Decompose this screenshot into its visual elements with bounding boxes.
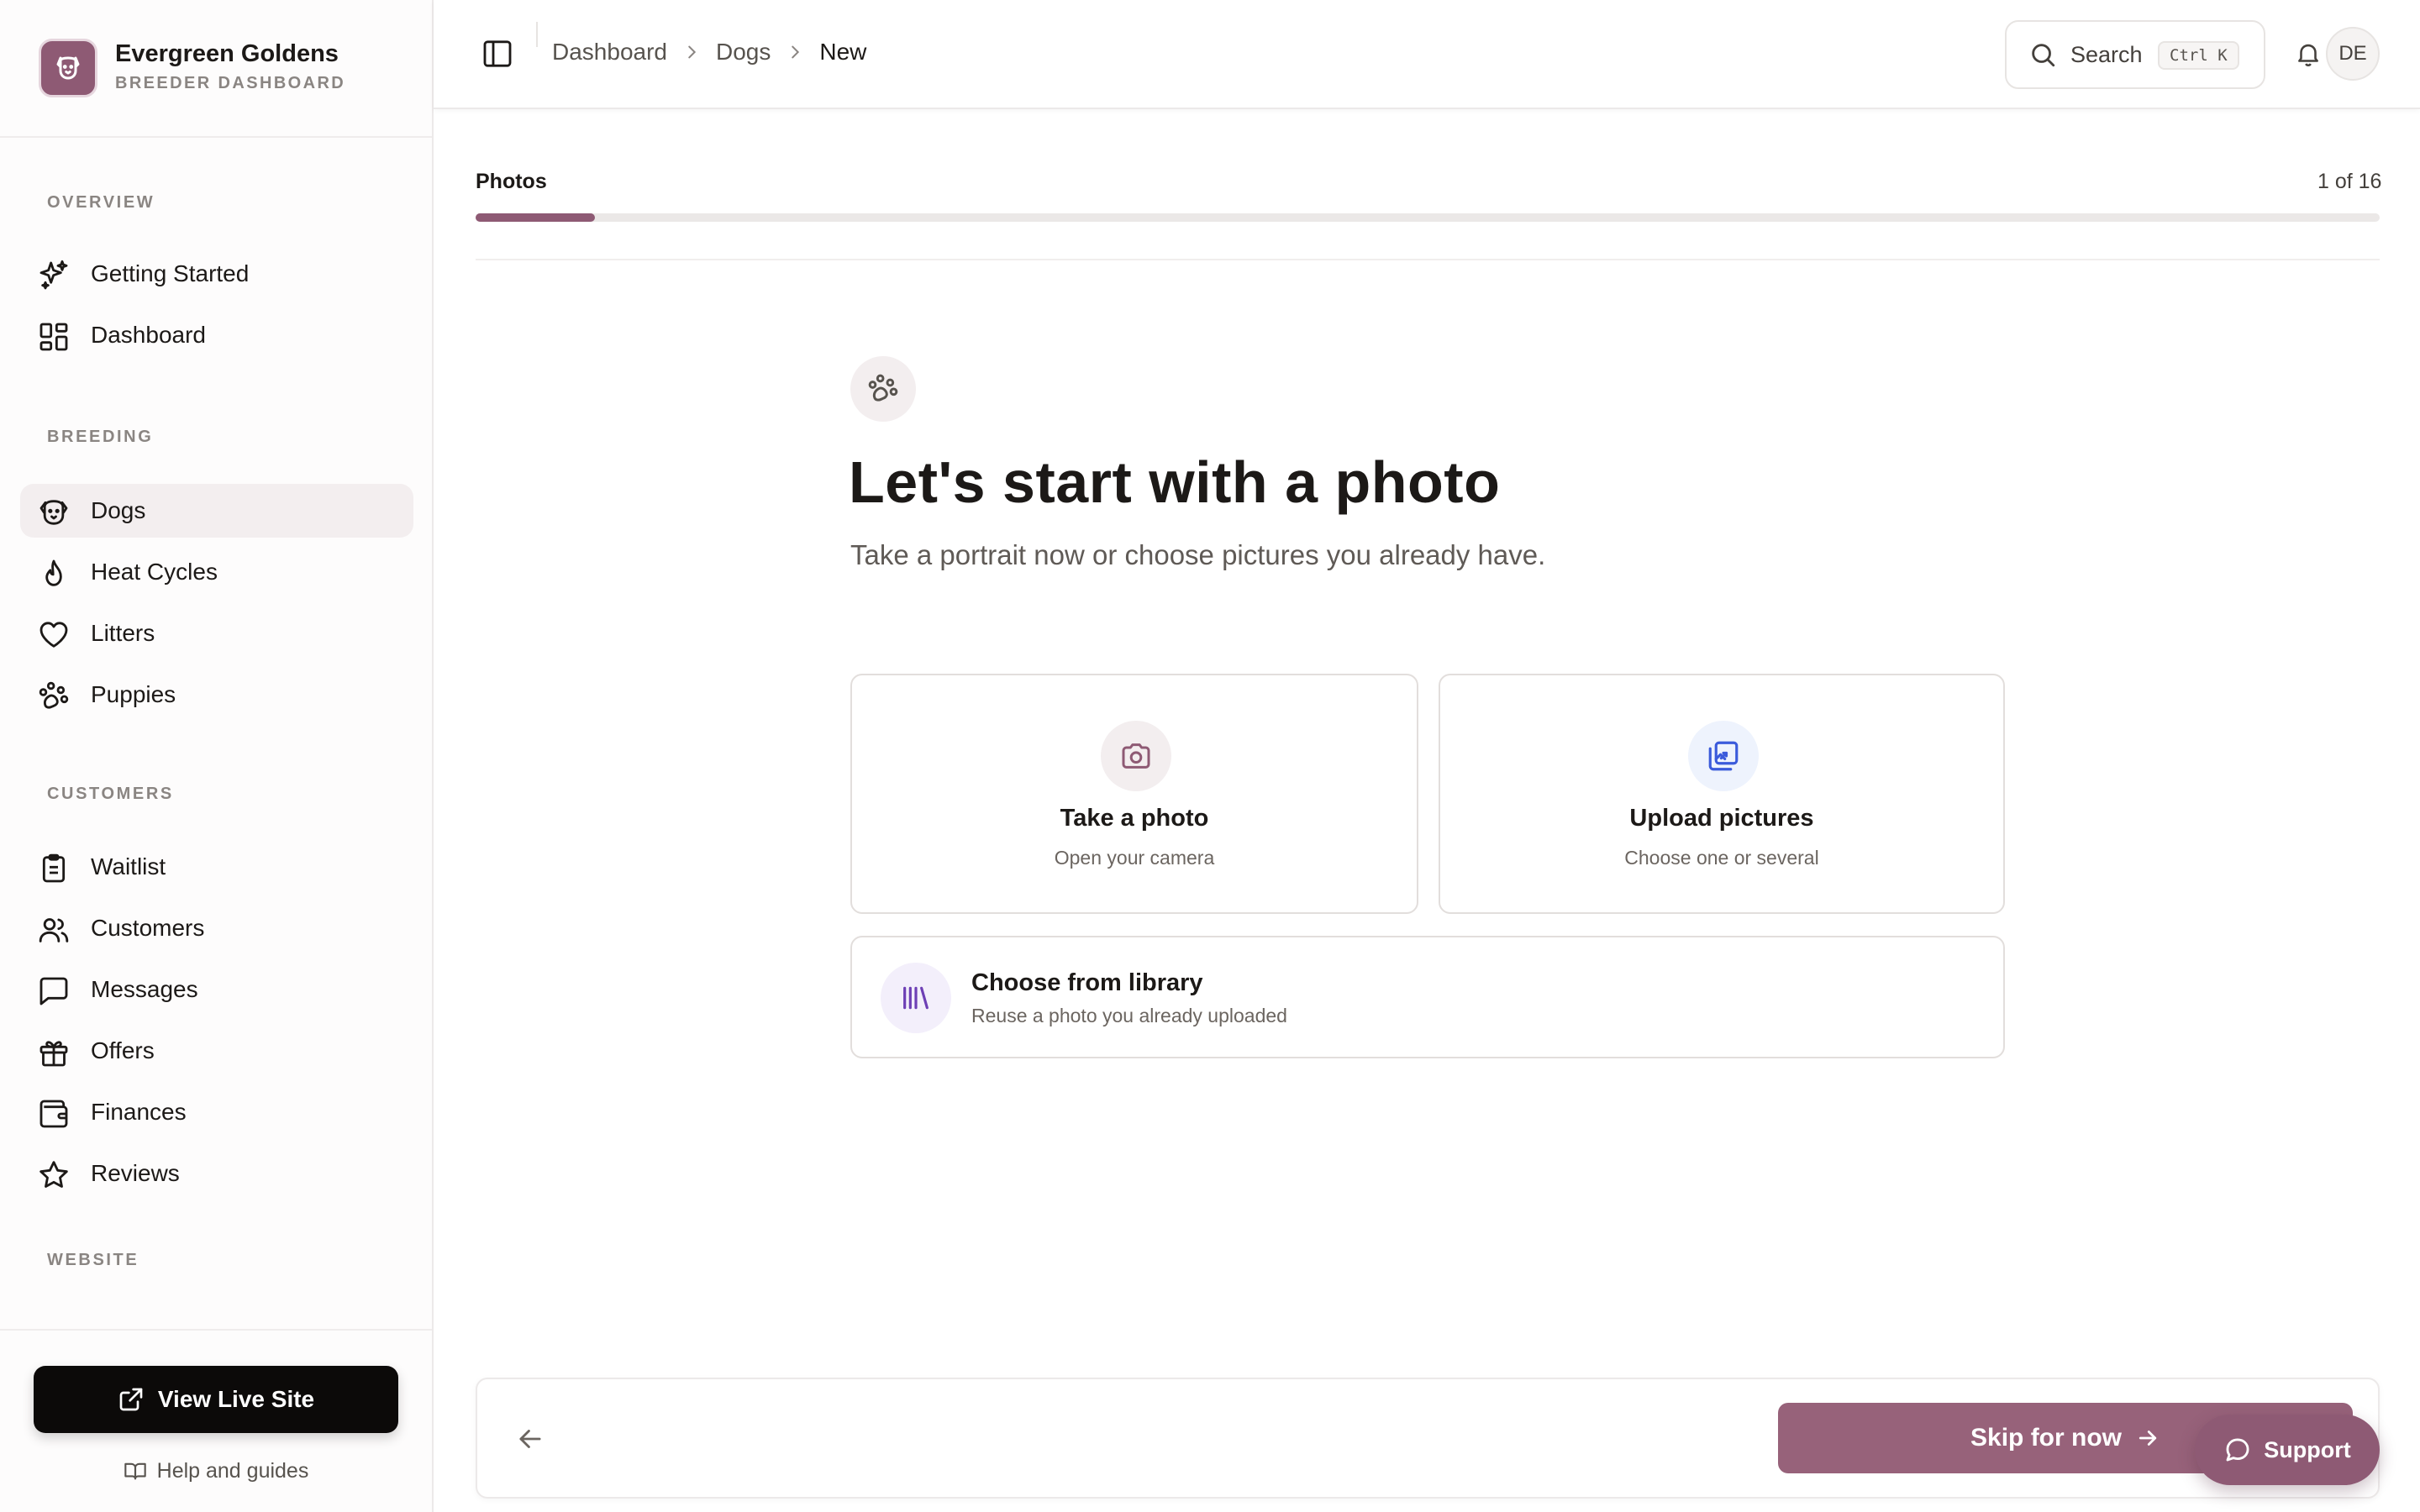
progress-fill <box>476 213 595 222</box>
choose-library-card[interactable]: Choose from library Reuse a photo you al… <box>850 936 2005 1058</box>
sidebar-item-label: Reviews <box>91 1160 180 1186</box>
breadcrumb-dashboard[interactable]: Dashboard <box>552 39 667 66</box>
sidebar-item-customers[interactable]: Customers <box>20 901 413 955</box>
sidebar-item-label: Litters <box>91 620 155 646</box>
dog-logo-icon <box>39 39 97 97</box>
sidebar-item-litters[interactable]: Litters <box>20 606 413 660</box>
choose-library-title: Choose from library <box>971 969 1203 996</box>
sidebar-item-label: Offers <box>91 1037 155 1063</box>
sidebar-item-heat-cycles[interactable]: Heat Cycles <box>20 545 413 599</box>
search-icon <box>2028 40 2057 69</box>
help-guides-link[interactable]: Help and guides <box>0 1450 432 1492</box>
sidebar-item-offers[interactable]: Offers <box>20 1024 413 1078</box>
sparkles-icon <box>37 259 71 292</box>
breadcrumb: Dashboard Dogs New <box>552 39 866 66</box>
sidebar-item-reviews[interactable]: Reviews <box>20 1147 413 1200</box>
avatar[interactable]: DE <box>2326 27 2380 81</box>
search-button[interactable]: Search Ctrl K <box>2005 20 2265 89</box>
upload-pictures-card[interactable]: Upload pictures Choose one or several <box>1439 674 2005 914</box>
flame-icon <box>37 557 71 591</box>
sidebar-item-getting-started[interactable]: Getting Started <box>20 247 413 301</box>
brand-name: Evergreen Goldens <box>115 40 339 67</box>
step-count: 1 of 16 <box>2317 170 2382 193</box>
take-photo-card[interactable]: Take a photo Open your camera <box>850 674 1418 914</box>
chat-bubble-icon <box>2223 1436 2252 1464</box>
sidebar-footer: View Live Site Help and guides <box>0 1329 432 1512</box>
choose-library-subtitle: Reuse a photo you already uploaded <box>971 1005 1287 1026</box>
images-upload-icon <box>1688 721 1759 791</box>
progress-bar <box>476 213 2380 222</box>
external-link-icon <box>118 1386 145 1413</box>
search-shortcut: Ctrl K <box>2158 41 2239 70</box>
sidebar-item-label: Messages <box>91 976 198 1002</box>
support-label: Support <box>2264 1436 2351 1462</box>
sidebar-item-puppies[interactable]: Puppies <box>20 668 413 722</box>
header-divider <box>476 259 2380 260</box>
sidebar-item-finances[interactable]: Finances <box>20 1085 413 1139</box>
sidebar-item-label: Dashboard <box>91 322 206 348</box>
brand-header: Evergreen Goldens BREEDER DASHBOARD <box>0 0 432 138</box>
page-subtitle: Take a portrait now or choose pictures y… <box>850 539 1546 570</box>
upload-pictures-subtitle: Choose one or several <box>1624 847 1819 869</box>
view-live-site-label: View Live Site <box>157 1386 315 1412</box>
sidebar-item-label: Dogs <box>91 497 146 523</box>
sidebar-item-label: Finances <box>91 1099 187 1125</box>
panel-left-icon <box>483 40 512 67</box>
sidebar-item-label: Getting Started <box>91 260 250 286</box>
sidebar-item-label: Customers <box>91 915 205 941</box>
layout-grid-icon <box>37 320 71 354</box>
nav-section-website: WEBSITE <box>47 1251 139 1269</box>
help-guides-label: Help and guides <box>156 1458 309 1483</box>
wizard-footer: Skip for now <box>476 1378 2380 1499</box>
search-label: Search <box>2070 41 2143 67</box>
heart-icon <box>37 618 71 652</box>
wallet-icon <box>37 1097 71 1131</box>
gift-icon <box>37 1036 71 1069</box>
arrow-left-icon <box>519 1430 541 1448</box>
camera-icon <box>1101 721 1171 791</box>
sidebar-toggle-button[interactable] <box>481 37 514 71</box>
arrow-right-icon <box>2135 1425 2160 1451</box>
brand-subtitle: BREEDER DASHBOARD <box>115 74 346 92</box>
library-icon <box>881 963 951 1033</box>
nav-section-overview: OVERVIEW <box>47 193 155 212</box>
book-open-icon <box>124 1459 147 1483</box>
back-button[interactable] <box>514 1423 546 1455</box>
clipboard-icon <box>37 852 71 885</box>
dog-icon <box>37 496 71 529</box>
sidebar-item-messages[interactable]: Messages <box>20 963 413 1016</box>
sidebar-item-dashboard[interactable]: Dashboard <box>20 308 413 362</box>
sidebar-item-dogs[interactable]: Dogs <box>20 484 413 538</box>
message-square-icon <box>37 974 71 1008</box>
sidebar-item-label: Puppies <box>91 681 176 707</box>
sidebar: Evergreen Goldens BREEDER DASHBOARD OVER… <box>0 0 434 1512</box>
sidebar-item-waitlist[interactable]: Waitlist <box>20 840 413 894</box>
breadcrumb-current: New <box>819 39 867 65</box>
chevron-right-icon <box>682 43 701 61</box>
sidebar-item-label: Heat Cycles <box>91 559 218 585</box>
nav-section-customers: CUSTOMERS <box>47 785 174 803</box>
users-icon <box>37 913 71 947</box>
paw-icon <box>37 680 71 713</box>
support-button[interactable]: Support <box>2195 1415 2380 1485</box>
breadcrumb-dogs[interactable]: Dogs <box>716 39 771 66</box>
step-label: Photos <box>476 170 547 193</box>
view-live-site-button[interactable]: View Live Site <box>34 1366 398 1433</box>
skip-label: Skip for now <box>1970 1424 2122 1452</box>
top-bar: Dashboard Dogs New Search Ctrl K DE <box>434 0 2420 109</box>
paw-icon <box>850 356 916 422</box>
take-photo-subtitle: Open your camera <box>1054 847 1215 869</box>
bell-icon[interactable] <box>2294 39 2323 69</box>
nav-section-breeding: BREEDING <box>47 428 154 446</box>
take-photo-title: Take a photo <box>1060 805 1209 832</box>
chevron-right-icon <box>786 43 804 61</box>
page-title: Let's start with a photo <box>849 449 1501 515</box>
sidebar-item-label: Waitlist <box>91 853 166 879</box>
upload-pictures-title: Upload pictures <box>1629 805 1814 832</box>
star-icon <box>37 1158 71 1192</box>
topbar-divider <box>536 22 538 47</box>
